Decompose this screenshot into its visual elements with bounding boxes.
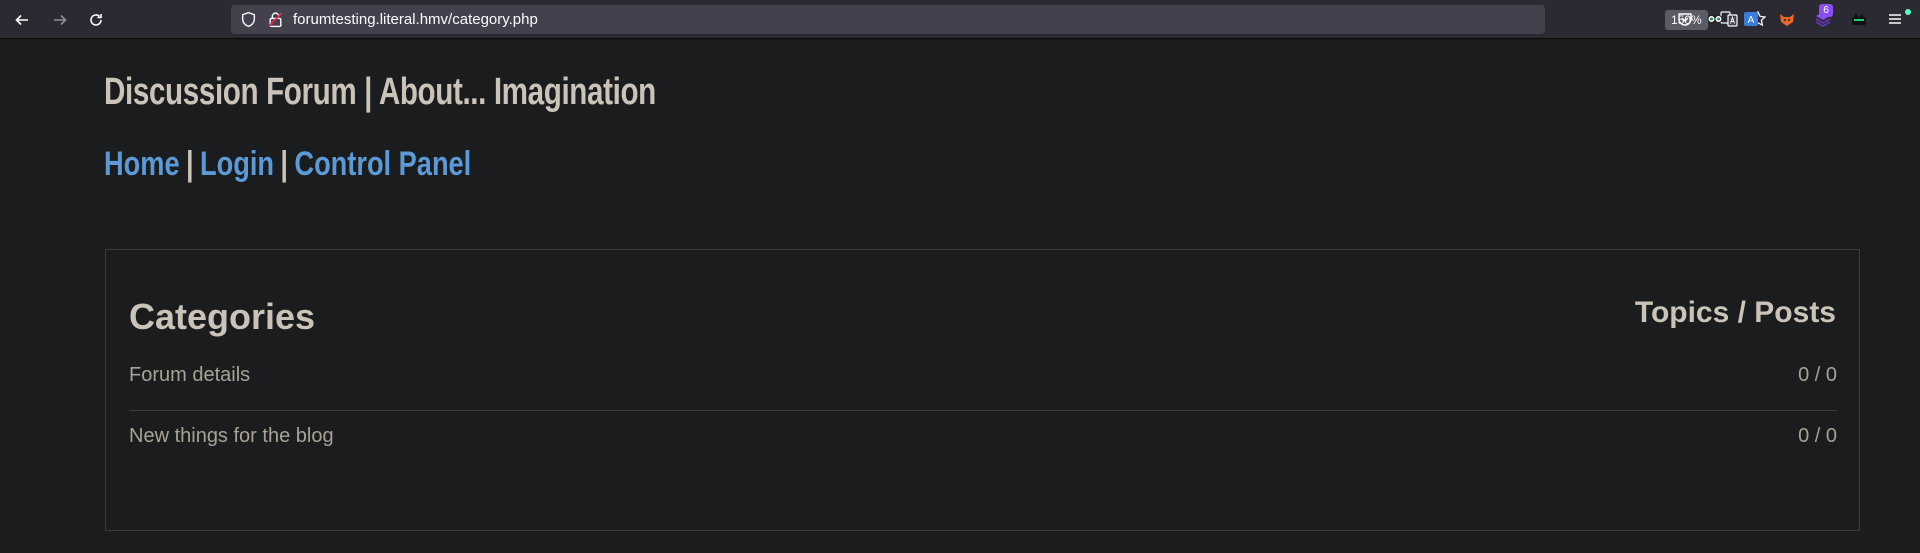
category-name[interactable]: Forum details xyxy=(129,364,250,387)
category-name[interactable]: New things for the blog xyxy=(129,425,334,448)
category-row[interactable]: Forum details 0 / 0 xyxy=(129,354,1837,396)
pocket-icon[interactable] xyxy=(1675,9,1695,29)
browser-toolbar: forumtesting.literal.hmv/category.php 15… xyxy=(0,0,1920,39)
hacker-cat-icon[interactable] xyxy=(1849,9,1869,29)
site-title: Discussion Forum | About... Imagination xyxy=(104,71,656,113)
nav-control-panel-link[interactable]: Control Panel xyxy=(294,145,471,183)
topics-posts-heading: Topics / Posts xyxy=(1634,296,1836,329)
categories-panel: Categories Topics / Posts Forum details … xyxy=(105,249,1860,531)
row-divider xyxy=(129,410,1837,411)
app-menu-icon[interactable] xyxy=(1885,9,1905,29)
shield-icon[interactable] xyxy=(240,11,257,28)
update-indicator xyxy=(1905,9,1911,15)
nav-separator: | xyxy=(185,145,194,183)
category-count: 0 / 0 xyxy=(1798,364,1837,386)
categories-heading: Categories xyxy=(129,296,316,337)
foxyproxy-icon[interactable] xyxy=(1777,9,1797,29)
category-row[interactable]: New things for the blog 0 / 0 xyxy=(129,415,1837,457)
forward-button[interactable] xyxy=(48,8,72,32)
extension-badge: 6 xyxy=(1819,4,1833,17)
ublock-eyes-icon[interactable] xyxy=(1705,9,1725,29)
nav-home-link[interactable]: Home xyxy=(104,145,180,183)
category-count: 0 / 0 xyxy=(1798,425,1837,447)
reload-button[interactable] xyxy=(84,8,108,32)
insecure-lock-icon[interactable] xyxy=(267,11,284,28)
back-button[interactable] xyxy=(10,8,34,32)
arrow-right-icon xyxy=(54,14,67,26)
nav-login-link[interactable]: Login xyxy=(200,145,274,183)
url-bar[interactable]: forumtesting.literal.hmv/category.php 15… xyxy=(231,5,1767,34)
translator-extension-icon[interactable]: A xyxy=(1741,9,1761,29)
reload-icon xyxy=(90,14,102,26)
main-nav: Home | Login | Control Panel xyxy=(104,145,471,184)
svg-text:A: A xyxy=(1748,15,1755,26)
url-text[interactable]: forumtesting.literal.hmv/category.php xyxy=(293,11,538,28)
arrow-left-icon xyxy=(15,14,28,26)
nav-separator: | xyxy=(280,145,289,183)
